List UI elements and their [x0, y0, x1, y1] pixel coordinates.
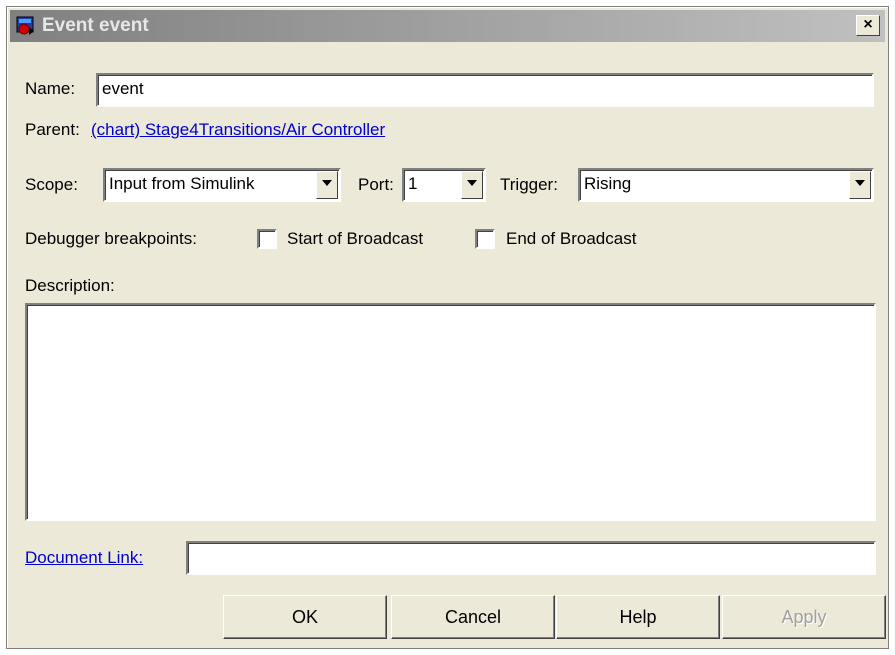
- scope-select-value: Input from Simulink: [109, 174, 255, 193]
- description-label: Description:: [25, 276, 115, 295]
- port-select[interactable]: 1: [402, 168, 486, 202]
- apply-button[interactable]: Apply: [722, 595, 886, 639]
- trigger-dropdown-button[interactable]: [849, 171, 871, 199]
- name-input[interactable]: event: [96, 73, 874, 107]
- start-of-broadcast-checkbox[interactable]: [257, 229, 277, 249]
- scope-label: Scope:: [25, 175, 78, 194]
- description-textarea[interactable]: [25, 303, 876, 521]
- parent-link[interactable]: (chart) Stage4Transitions/Air Controller: [91, 120, 385, 140]
- scope-select[interactable]: Input from Simulink: [103, 168, 341, 202]
- trigger-select-value: Rising: [584, 174, 632, 193]
- trigger-select[interactable]: Rising: [578, 168, 874, 202]
- port-label: Port:: [358, 175, 394, 194]
- port-dropdown-button[interactable]: [461, 171, 483, 199]
- parent-label: Parent:: [25, 120, 80, 139]
- name-input-value: event: [102, 79, 144, 98]
- debugger-breakpoints-label: Debugger breakpoints:: [25, 229, 198, 248]
- chevron-down-icon: [467, 180, 477, 186]
- cancel-button[interactable]: Cancel: [391, 595, 555, 639]
- document-link-input[interactable]: [186, 541, 876, 575]
- name-label: Name:: [25, 79, 76, 98]
- trigger-label: Trigger:: [500, 175, 558, 194]
- start-of-broadcast-label: Start of Broadcast: [287, 229, 424, 248]
- chevron-down-icon: [855, 180, 865, 186]
- chevron-down-icon: [322, 180, 332, 186]
- end-of-broadcast-checkbox[interactable]: [475, 229, 495, 249]
- port-select-value: 1: [408, 174, 418, 193]
- event-dialog: Event event × Name: event Parent: (chart…: [6, 6, 889, 649]
- title-bar[interactable]: Event event ×: [10, 10, 885, 42]
- close-button[interactable]: ×: [856, 15, 880, 36]
- end-of-broadcast-label: End of Broadcast: [506, 229, 637, 248]
- ok-button[interactable]: OK: [223, 595, 387, 639]
- window-title: Event event: [42, 15, 149, 36]
- document-link-label[interactable]: Document Link:: [25, 548, 143, 568]
- stateflow-event-icon: [16, 16, 34, 35]
- help-button[interactable]: Help: [556, 595, 720, 639]
- close-icon: ×: [863, 16, 873, 33]
- scope-dropdown-button[interactable]: [316, 171, 338, 199]
